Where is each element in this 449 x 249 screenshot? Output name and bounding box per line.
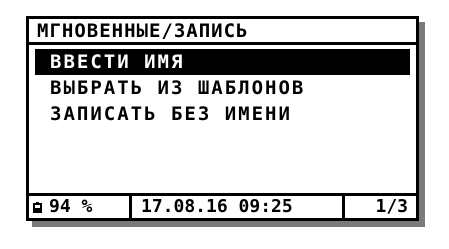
battery-level: 94 % xyxy=(49,196,93,217)
date-time: 17.08.16 09:25 xyxy=(141,196,293,217)
status-divider xyxy=(342,196,345,218)
battery-icon xyxy=(33,202,42,213)
menu-item-choose-template[interactable]: ВЫБРАТЬ ИЗ ШАБЛОНОВ xyxy=(35,75,410,101)
menu-item-save-without-name[interactable]: ЗАПИСАТЬ БЕЗ ИМЕНИ xyxy=(35,101,410,127)
title-bar: МГНОВЕННЫЕ/ЗАПИСЬ xyxy=(29,19,416,45)
status-bar: 94 % 17.08.16 09:25 1/3 xyxy=(29,193,416,218)
screen-title: МГНОВЕННЫЕ/ЗАПИСЬ xyxy=(37,20,249,42)
device-screen: МГНОВЕННЫЕ/ЗАПИСЬ ВВЕСТИ ИМЯ ВЫБРАТЬ ИЗ … xyxy=(26,16,419,221)
status-divider xyxy=(129,196,132,218)
menu-item-label: ЗАПИСАТЬ БЕЗ ИМЕНИ xyxy=(50,103,292,125)
menu-item-enter-name[interactable]: ВВЕСТИ ИМЯ xyxy=(35,49,410,75)
page-indicator: 1/3 xyxy=(375,196,408,217)
menu-item-label: ВВЕСТИ ИМЯ xyxy=(50,51,185,73)
menu-item-label: ВЫБРАТЬ ИЗ ШАБЛОНОВ xyxy=(50,77,306,99)
